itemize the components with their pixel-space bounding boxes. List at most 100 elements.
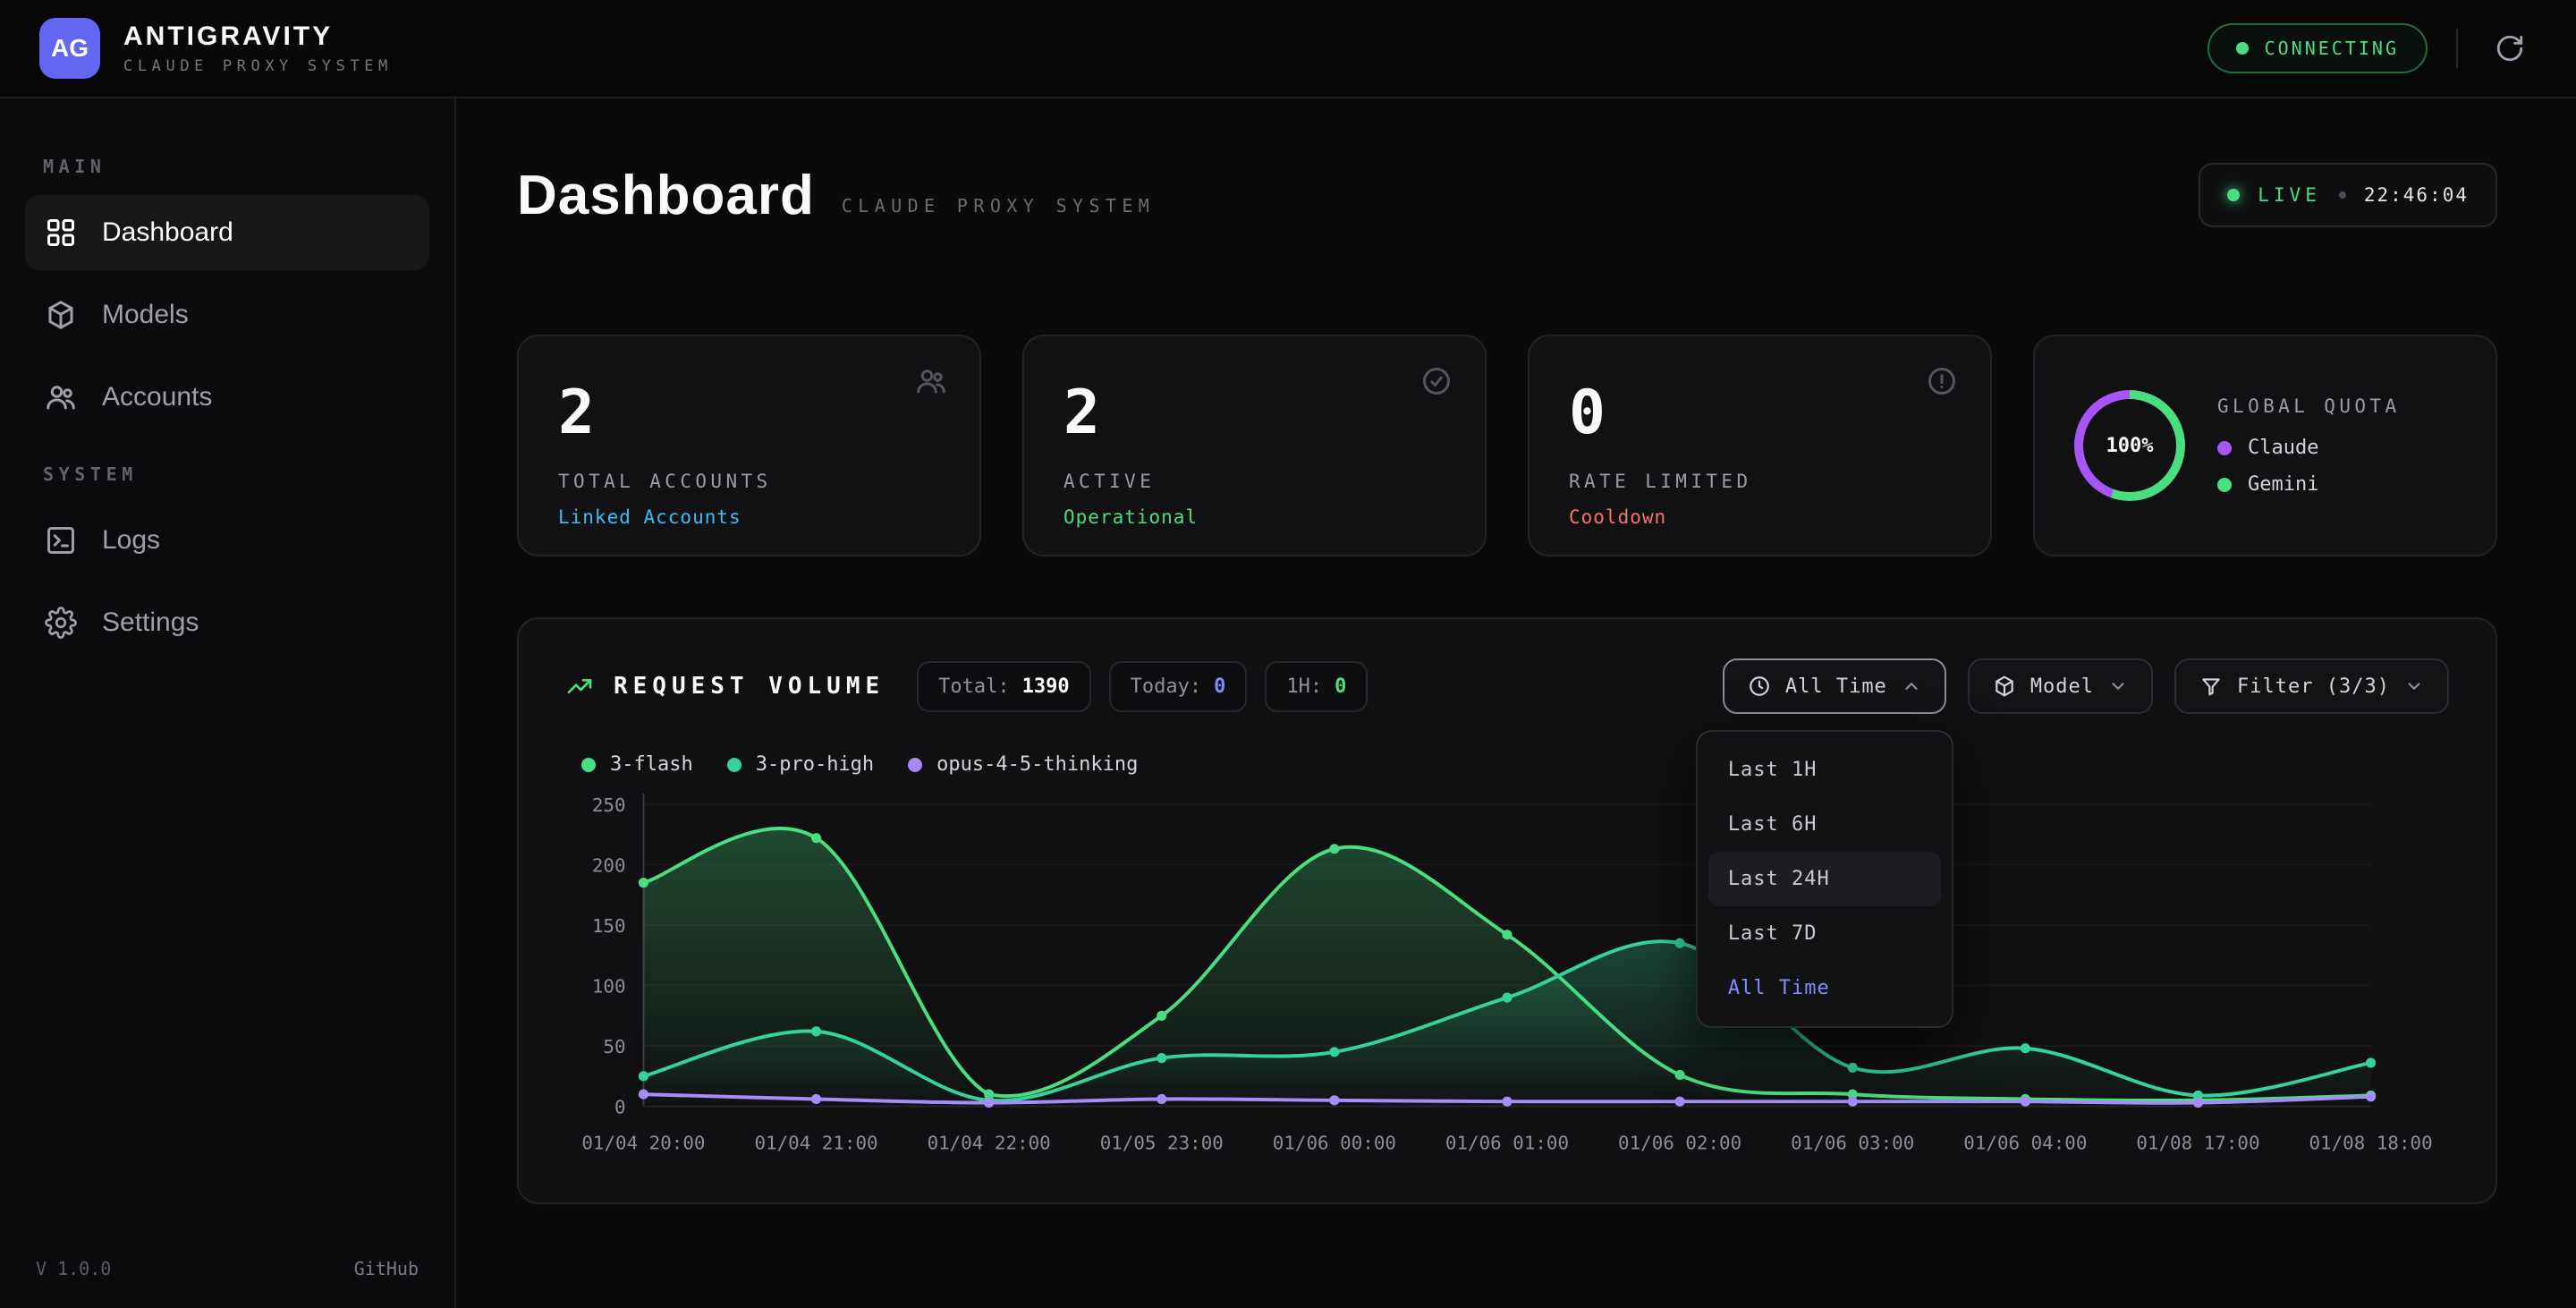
gemini-dot (2217, 478, 2232, 492)
app-version: V 1.0.0 (36, 1258, 111, 1279)
time-range-button[interactable]: All Time (1723, 658, 1946, 714)
stat-card-rate-limited: 0 RATE LIMITED Cooldown (1528, 335, 1992, 556)
stat-label: TOTAL ACCOUNTS (558, 471, 940, 492)
series-name: 3-pro-high (756, 753, 874, 776)
svg-text:01/08 18:00: 01/08 18:00 (2309, 1132, 2433, 1153)
users-icon (45, 381, 77, 413)
chevron-up-icon (1902, 676, 1921, 696)
quota-legend-claude: Claude (2217, 437, 2401, 459)
top-bar: AG ANTIGRAVITY CLAUDE PROXY SYSTEM CONNE… (0, 0, 2576, 98)
quota-legend-gemini: Gemini (2217, 473, 2401, 496)
today-label: Today: (1131, 675, 1201, 698)
sidebar: MAIN Dashboard Models Account (0, 98, 456, 1308)
chart-header: REQUEST VOLUME Total: 1390 Today: 0 1H: (565, 658, 2449, 714)
svg-text:01/06 00:00: 01/06 00:00 (1273, 1132, 1396, 1153)
sidebar-item-settings[interactable]: Settings (25, 585, 429, 660)
time-range-label: All Time (1785, 675, 1887, 698)
svg-text:01/04 21:00: 01/04 21:00 (754, 1132, 877, 1153)
clock-icon (1748, 675, 1771, 698)
menu-item-last-6h[interactable]: Last 6H (1708, 797, 1941, 852)
quota-legend-label: Claude (2248, 437, 2318, 459)
chevron-down-icon (2404, 676, 2424, 696)
request-volume-chart: 05010015020025001/04 20:0001/04 21:0001/… (565, 783, 2449, 1174)
connection-status-label: CONNECTING (2265, 38, 2399, 59)
refresh-button[interactable] (2487, 25, 2533, 72)
menu-item-last-7d[interactable]: Last 7D (1708, 906, 1941, 961)
funnel-icon (2199, 675, 2223, 698)
menu-item-all-time[interactable]: All Time (1708, 961, 1941, 1015)
quota-details: GLOBAL QUOTA Claude Gemini (2217, 395, 2401, 496)
github-link[interactable]: GitHub (354, 1258, 419, 1279)
filter-button[interactable]: Filter (3/3) (2174, 658, 2449, 714)
sidebar-item-label: Dashboard (102, 217, 233, 248)
quota-ring: 100% (2074, 390, 2185, 501)
sidebar-item-logs[interactable]: Logs (25, 503, 429, 578)
svg-text:150: 150 (592, 915, 626, 937)
sidebar-item-label: Accounts (102, 382, 212, 412)
svg-text:01/06 02:00: 01/06 02:00 (1618, 1132, 1741, 1153)
legend-item-opus-4-5-thinking: opus-4-5-thinking (908, 753, 1138, 776)
svg-text:01/04 20:00: 01/04 20:00 (581, 1132, 705, 1153)
hour-value: 0 (1335, 675, 1346, 698)
stat-sub: Cooldown (1569, 506, 1951, 528)
connection-status-badge: CONNECTING (2207, 23, 2428, 73)
sidebar-item-label: Settings (102, 607, 199, 638)
stats-grid: 2 TOTAL ACCOUNTS Linked Accounts 2 ACTIV… (517, 335, 2497, 556)
sidebar-item-models[interactable]: Models (25, 277, 429, 352)
page-header: Dashboard CLAUDE PROXY SYSTEM LIVE 22:46… (517, 163, 2497, 227)
menu-item-last-24h[interactable]: Last 24H (1708, 852, 1941, 906)
svg-text:100: 100 (592, 975, 626, 997)
svg-text:01/05 23:00: 01/05 23:00 (1100, 1132, 1224, 1153)
svg-text:250: 250 (592, 794, 626, 816)
sidebar-section-system: SYSTEM (43, 463, 411, 485)
users-icon (915, 365, 947, 404)
svg-text:01/06 03:00: 01/06 03:00 (1791, 1132, 1914, 1153)
chart-title-label: REQUEST VOLUME (614, 673, 885, 700)
stat-value: 2 (558, 383, 940, 444)
stat-card-total-accounts: 2 TOTAL ACCOUNTS Linked Accounts (517, 335, 981, 556)
quota-legend-label: Gemini (2248, 473, 2318, 496)
menu-item-last-1h[interactable]: Last 1H (1708, 743, 1941, 797)
sidebar-footer: V 1.0.0 GitHub (0, 1229, 454, 1308)
stat-label: ACTIVE (1063, 471, 1445, 492)
trend-up-icon (565, 672, 594, 701)
app-root: AG ANTIGRAVITY CLAUDE PROXY SYSTEM CONNE… (0, 0, 2576, 1308)
check-circle-icon (1420, 365, 1453, 404)
live-badge: LIVE 22:46:04 (2199, 163, 2497, 227)
main-content: Dashboard CLAUDE PROXY SYSTEM LIVE 22:46… (456, 98, 2576, 1308)
hour-pill: 1H: 0 (1265, 661, 1368, 712)
legend-item-3-flash: 3-flash (581, 753, 693, 776)
brand-text: ANTIGRAVITY CLAUDE PROXY SYSTEM (123, 21, 393, 75)
shell: MAIN Dashboard Models Account (0, 98, 2576, 1308)
separator-dot (2339, 191, 2346, 199)
topbar-actions: CONNECTING (2207, 23, 2533, 73)
series-name: opus-4-5-thinking (936, 753, 1138, 776)
chart-controls: All Time Last 1H Last 6H Last 24H Last 7… (1723, 658, 2449, 714)
sidebar-section-main: MAIN (43, 156, 411, 177)
claude-dot (2217, 441, 2232, 455)
chevron-down-icon (2108, 676, 2128, 696)
gear-icon (45, 607, 77, 639)
hour-label: 1H: (1286, 675, 1322, 698)
total-value: 1390 (1022, 675, 1070, 698)
model-filter-button[interactable]: Model (1968, 658, 2153, 714)
series-dot (908, 758, 922, 772)
svg-text:01/06 01:00: 01/06 01:00 (1445, 1132, 1569, 1153)
sidebar-item-dashboard[interactable]: Dashboard (25, 195, 429, 270)
terminal-icon (45, 524, 77, 556)
page-subtitle: CLAUDE PROXY SYSTEM (842, 195, 1155, 217)
volume-totals: Total: 1390 Today: 0 1H: 0 (917, 661, 1368, 712)
legend-item-3-pro-high: 3-pro-high (727, 753, 874, 776)
svg-text:01/08 17:00: 01/08 17:00 (2136, 1132, 2259, 1153)
filter-label: Filter (3/3) (2237, 675, 2390, 698)
stat-card-active: 2 ACTIVE Operational (1022, 335, 1487, 556)
clock-value: 22:46:04 (2364, 184, 2469, 206)
divider (2456, 29, 2458, 68)
sidebar-item-accounts[interactable]: Accounts (25, 360, 429, 435)
app-logo: AG (39, 18, 100, 79)
chart-title: REQUEST VOLUME (565, 672, 885, 701)
brand: AG ANTIGRAVITY CLAUDE PROXY SYSTEM (39, 18, 393, 79)
quota-percent: 100% (2106, 435, 2154, 457)
stat-card-global-quota: 100% GLOBAL QUOTA Claude Gemini (2033, 335, 2497, 556)
cube-icon (45, 299, 77, 331)
